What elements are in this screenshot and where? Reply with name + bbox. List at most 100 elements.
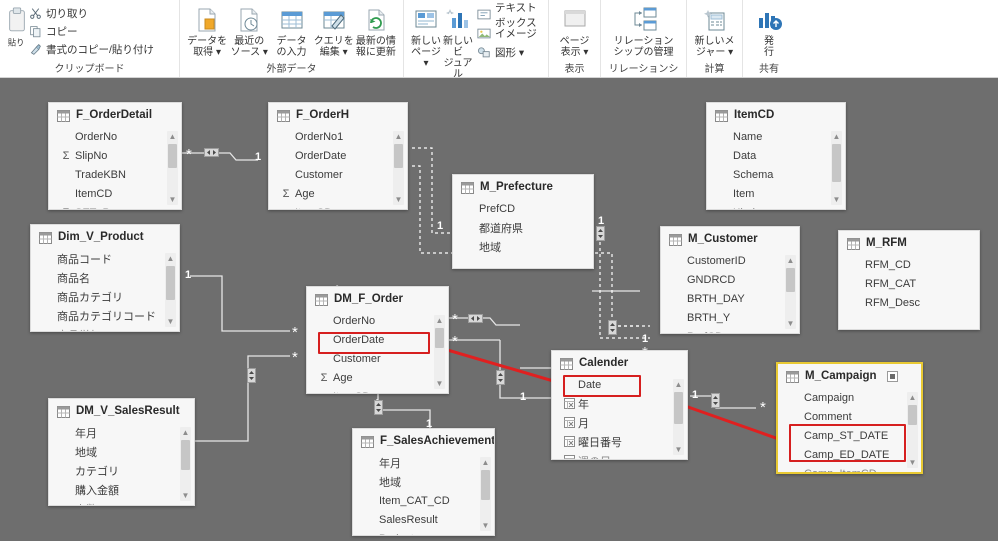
field-row[interactable]: BRTH_Y <box>661 308 799 327</box>
chevron-up-icon[interactable]: ▲ <box>434 315 445 326</box>
table-scrollbar[interactable]: ▲ ▼ <box>167 131 178 205</box>
chevron-up-icon[interactable]: ▲ <box>165 253 176 264</box>
field-row-highlighted[interactable]: Date <box>552 375 687 394</box>
publish-button[interactable]: 発 行 <box>749 3 789 58</box>
chevron-down-icon[interactable]: ▼ <box>167 194 178 205</box>
field-row[interactable]: 商品単価 <box>31 325 179 332</box>
field-row[interactable]: OrderNo <box>307 311 448 330</box>
new-visual-button[interactable]: 新しいビ ジュアル <box>442 3 474 80</box>
table-card-f-orderdetail[interactable]: F_OrderDetail OrderNo Σ SlipNo TradeKBN I… <box>48 102 182 210</box>
text-box-command[interactable]: テキスト ボックス <box>476 2 542 29</box>
field-row[interactable]: 年月 <box>353 453 494 472</box>
field-row[interactable]: 週の日 <box>552 451 687 459</box>
field-row[interactable]: 商品名 <box>31 268 179 287</box>
field-row[interactable]: ΣSET_Prc <box>49 203 181 210</box>
field-row[interactable]: Comment <box>778 407 921 426</box>
manage-relationships-button[interactable]: リレーション シップの管理 <box>607 3 680 58</box>
field-row[interactable]: 地域 <box>353 472 494 491</box>
field-row[interactable]: 年 <box>552 394 687 413</box>
table-scrollbar[interactable]: ▲ ▼ <box>434 315 445 389</box>
field-row[interactable]: Name <box>707 127 845 146</box>
field-row[interactable]: RFM_CD <box>839 255 979 274</box>
page-view-button[interactable]: ページ 表示 ▾ <box>555 3 594 58</box>
field-row[interactable]: Customer <box>269 165 407 184</box>
scrollbar-thumb[interactable] <box>435 328 444 348</box>
field-row[interactable]: 商品コード <box>31 249 179 268</box>
crossfilter-direction-marker-2[interactable] <box>247 368 256 383</box>
image-command[interactable]: イメージ <box>476 25 542 42</box>
chevron-up-icon[interactable]: ▲ <box>831 131 842 142</box>
table-card-calender[interactable]: Calender Date 年 月 曜日番号 週の日 ▲ ▼ <box>551 350 688 460</box>
field-row[interactable]: カテゴリ <box>49 461 194 480</box>
table-scrollbar[interactable]: ▲ ▼ <box>393 131 404 205</box>
field-row[interactable]: OrderDate <box>269 146 407 165</box>
field-row[interactable]: OrderNo1 <box>269 127 407 146</box>
field-row-highlighted[interactable]: Camp_ED_DATE <box>778 445 921 464</box>
chevron-up-icon[interactable]: ▲ <box>180 427 191 438</box>
table-scrollbar[interactable]: ▲ ▼ <box>673 379 684 455</box>
crossfilter-direction-marker-1[interactable] <box>204 148 219 157</box>
table-card-itemcd[interactable]: ItemCD Name Data Schema Item Kind ▲ ▼ <box>706 102 846 210</box>
field-row[interactable]: Schema <box>707 165 845 184</box>
chevron-up-icon[interactable]: ▲ <box>673 379 684 390</box>
field-row[interactable]: Σ Age <box>269 184 407 203</box>
table-scrollbar[interactable]: ▲ ▼ <box>831 131 842 205</box>
field-row[interactable]: 地域 <box>49 442 194 461</box>
field-row[interactable]: SalesResult <box>353 510 494 529</box>
scrollbar-thumb[interactable] <box>394 144 403 168</box>
field-row[interactable]: Kind <box>707 203 845 210</box>
scrollbar-thumb[interactable] <box>908 405 917 425</box>
field-row[interactable]: 人数 <box>49 499 194 506</box>
field-row[interactable]: Camp_ItemCD <box>778 464 921 473</box>
table-card-dm-f-order[interactable]: DM_F_Order OrderNo OrderDate Customer ΣA… <box>306 286 449 394</box>
field-row[interactable]: Item_CAT_CD <box>353 491 494 510</box>
chevron-down-icon[interactable]: ▼ <box>165 316 176 327</box>
chevron-down-icon[interactable]: ▼ <box>434 378 445 389</box>
field-row[interactable]: 地域 <box>453 237 593 256</box>
new-page-button[interactable]: 新しい ページ ▾ <box>410 3 442 69</box>
field-row[interactable]: 曜日番号 <box>552 432 687 451</box>
field-row[interactable]: ItemCD <box>49 184 181 203</box>
model-diagram-canvas[interactable]: * 1 1 1 * * 1 * 1 * * 1 1 1 1 * 1 1 * <box>0 78 998 541</box>
field-row[interactable]: Σ Age <box>307 368 448 387</box>
field-row[interactable]: RFM_CAT <box>839 274 979 293</box>
table-card-dm-v-salesresult[interactable]: DM_V_SalesResult 年月 地域 カテゴリ 購入金額 人数 ▲ ▼ <box>48 398 195 506</box>
field-row[interactable]: ItemCD <box>307 387 448 394</box>
chevron-down-icon[interactable]: ▼ <box>831 194 842 205</box>
scrollbar-thumb[interactable] <box>674 392 683 424</box>
field-row[interactable]: 商品カテゴリ <box>31 287 179 306</box>
edit-queries-button[interactable]: クエリを 編集 ▾ <box>313 3 355 58</box>
chevron-up-icon[interactable]: ▲ <box>167 131 178 142</box>
chevron-up-icon[interactable]: ▲ <box>785 255 796 266</box>
field-row-highlighted[interactable]: OrderDate <box>307 330 448 349</box>
crossfilter-direction-marker-5[interactable] <box>496 370 505 385</box>
table-scrollbar[interactable]: ▲ ▼ <box>480 457 491 531</box>
scrollbar-thumb[interactable] <box>168 144 177 168</box>
crossfilter-direction-marker-7[interactable] <box>596 226 605 241</box>
crossfilter-direction-marker-3[interactable] <box>374 400 383 415</box>
field-row[interactable]: Data <box>707 146 845 165</box>
enter-data-button[interactable]: データ の入力 <box>270 3 312 58</box>
field-row[interactable]: 都道府県 <box>453 218 593 237</box>
table-scrollbar[interactable]: ▲ ▼ <box>165 253 176 327</box>
table-scrollbar[interactable]: ▲ ▼ <box>180 427 191 501</box>
scrollbar-thumb[interactable] <box>166 266 175 300</box>
table-scrollbar[interactable]: ▲ ▼ <box>907 392 918 468</box>
field-row[interactable]: 年月 <box>49 423 194 442</box>
field-row[interactable]: Budget <box>353 529 494 536</box>
chevron-down-icon[interactable]: ▼ <box>393 194 404 205</box>
crossfilter-direction-marker-6[interactable] <box>711 393 720 408</box>
field-row-highlighted[interactable]: Camp_ST_DATE <box>778 426 921 445</box>
field-row[interactable]: BRTH_DAY <box>661 289 799 308</box>
chevron-down-icon[interactable]: ▼ <box>907 457 918 468</box>
field-row[interactable]: CustomerID <box>661 251 799 270</box>
crossfilter-direction-marker-4[interactable] <box>468 314 483 323</box>
table-card-f-orderh[interactable]: F_OrderH OrderNo1 OrderDate Customer Σ Ag… <box>268 102 408 210</box>
field-row[interactable]: OrderNo <box>49 127 181 146</box>
paste-button[interactable]: 貼り <box>6 3 28 55</box>
scrollbar-thumb[interactable] <box>181 440 190 470</box>
table-card-f-salesachievement[interactable]: F_SalesAchievement 年月 地域 Item_CAT_CD Sal… <box>352 428 495 536</box>
table-card-dim-v-product[interactable]: Dim_V_Product 商品コード 商品名 商品カテゴリ 商品カテゴリコード… <box>30 224 180 332</box>
chevron-up-icon[interactable]: ▲ <box>393 131 404 142</box>
chevron-down-icon[interactable]: ▼ <box>180 490 191 501</box>
